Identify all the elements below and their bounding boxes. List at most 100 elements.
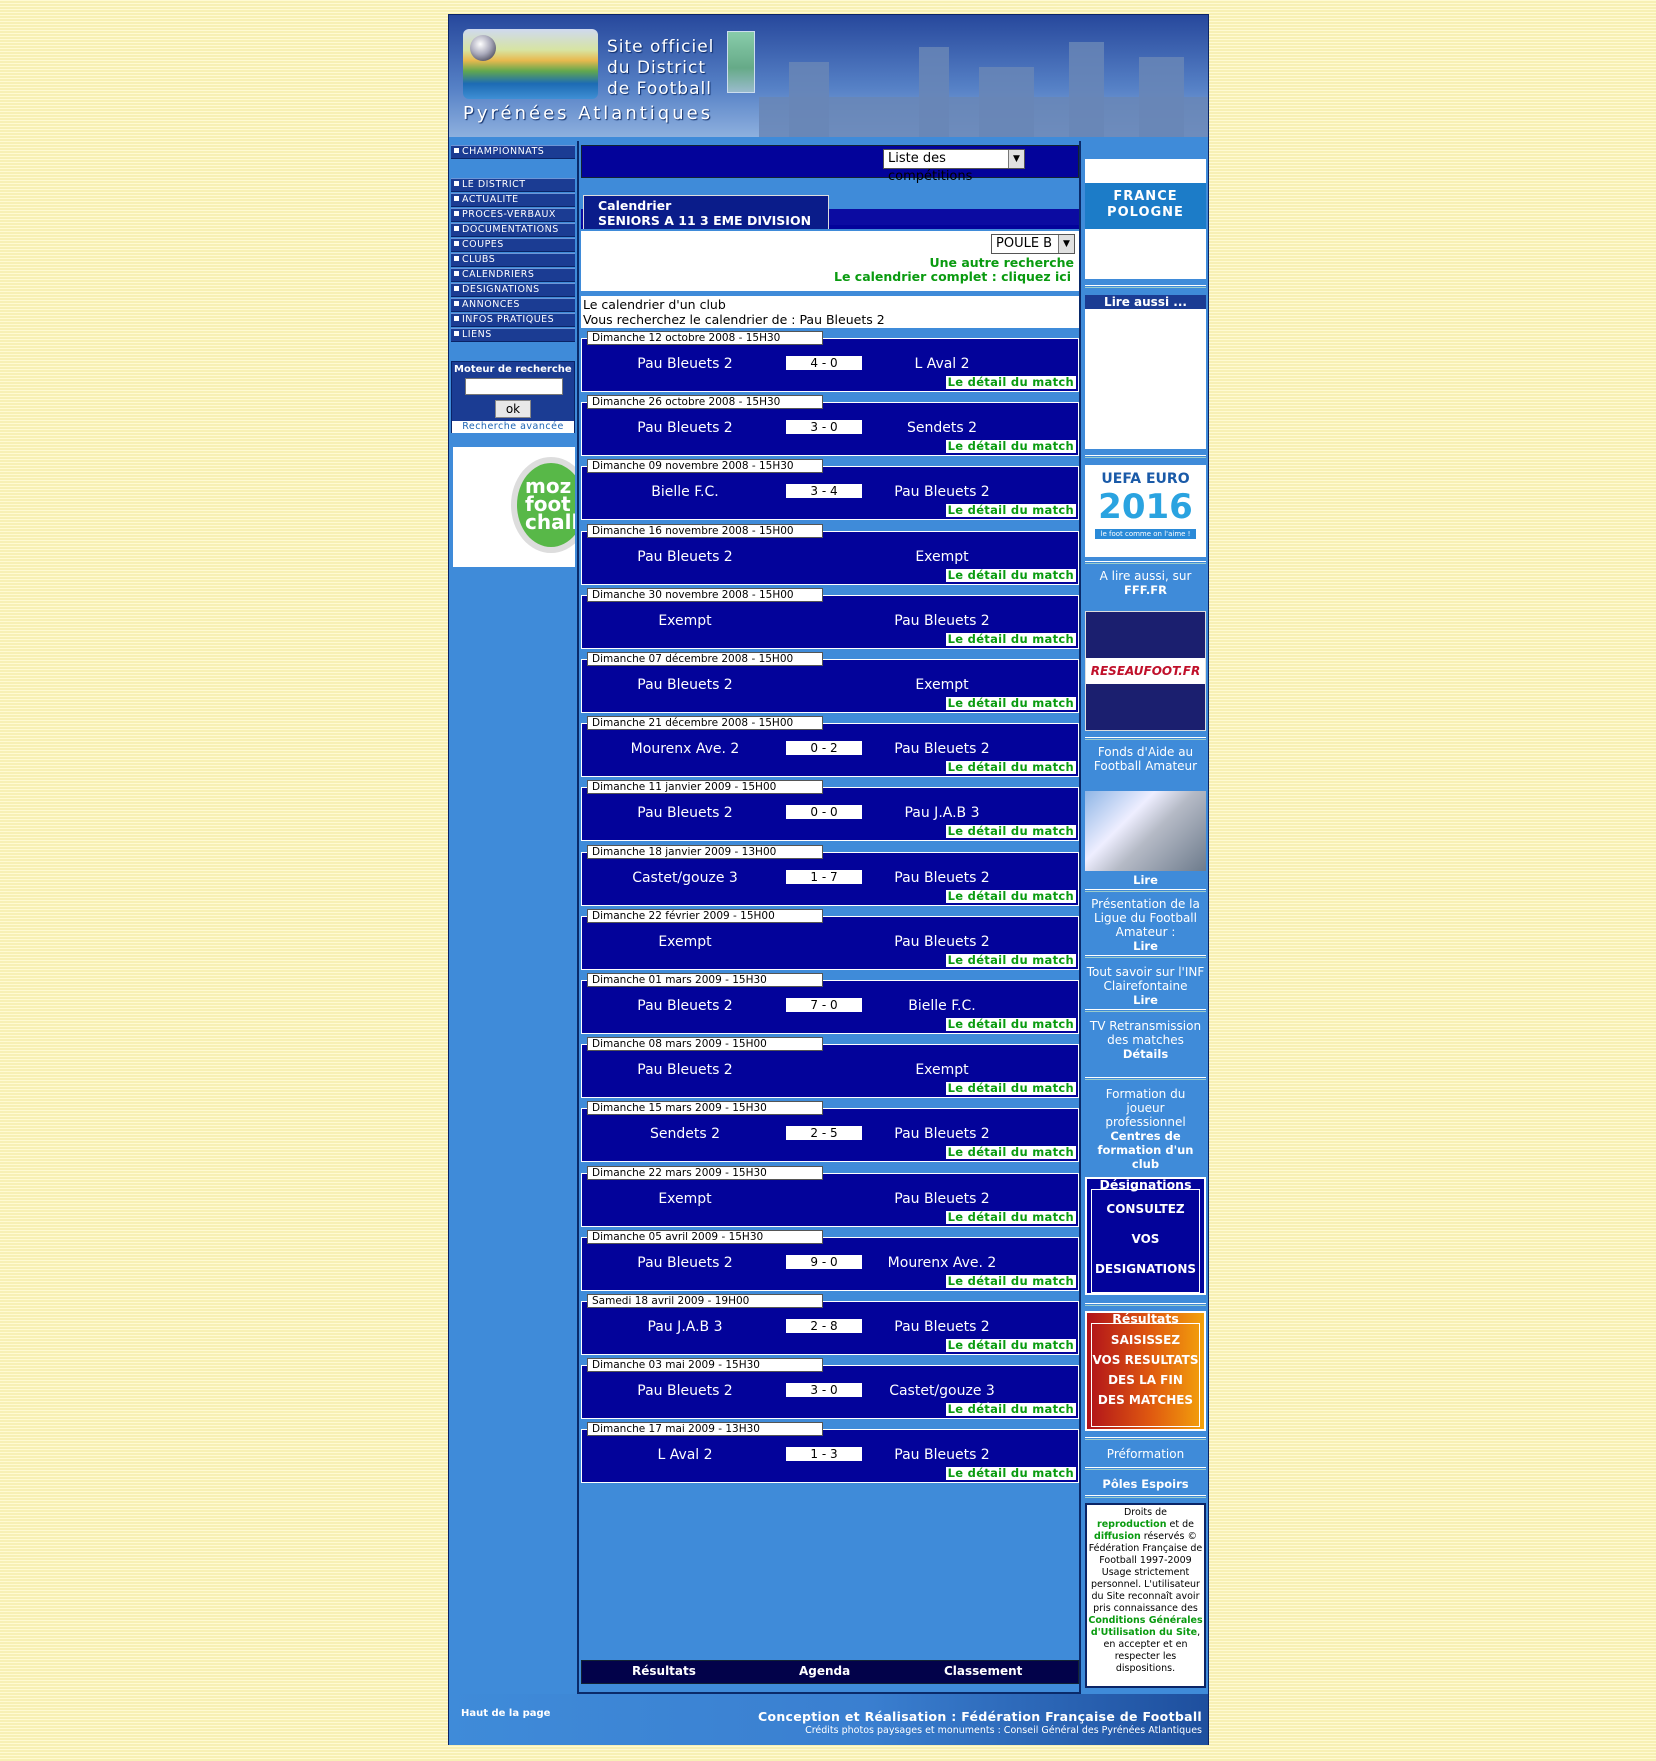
away-team: Pau J.A.B 3 xyxy=(904,805,980,821)
inf-text: Tout savoir sur l'INF Clairefontaine xyxy=(1086,965,1205,993)
match-date: Dimanche 21 décembre 2008 - 15H00 xyxy=(587,716,823,730)
match-detail-link[interactable]: Le détail du match xyxy=(945,1467,1076,1480)
match-row: Castet/gouze 31 - 7 Pau Bleuets 2 Le détai… xyxy=(581,845,1079,906)
fonds-aide-photo[interactable] xyxy=(1085,791,1206,871)
match-detail-link[interactable]: Le détail du match xyxy=(945,825,1076,838)
match-row: Pau Bleuets 2 Exempt Le détail du match Dim… xyxy=(581,524,1079,585)
preformation-link[interactable]: Préformation xyxy=(1083,1447,1208,1461)
reseaufoot-banner[interactable]: RESEAUFOOT.FR xyxy=(1085,611,1206,731)
match-detail-link[interactable]: Le détail du match xyxy=(945,1211,1076,1224)
advanced-search-link[interactable]: Recherche avancée xyxy=(452,421,574,433)
match-detail-link[interactable]: Le détail du match xyxy=(945,1275,1076,1288)
reproduction-link[interactable]: reproduction xyxy=(1097,1519,1166,1530)
nav-label: CLUBS xyxy=(462,254,496,265)
search-ok-button[interactable]: ok xyxy=(495,400,531,418)
designations-line: VOS xyxy=(1131,1232,1160,1246)
formation-link[interactable]: Centres de formation d'un club xyxy=(1098,1129,1194,1171)
ligue-info: Présentation de la Ligue du Football Ama… xyxy=(1083,897,1208,953)
away-team: Pau Bleuets 2 xyxy=(894,1126,990,1142)
match-date: Dimanche 15 mars 2009 - 15H30 xyxy=(587,1101,823,1115)
fff-site: FFF.FR xyxy=(1124,583,1167,597)
designations-banner[interactable]: Désignations CONSULTEZ VOS DESIGNATIONS xyxy=(1085,1177,1206,1295)
tab-classement[interactable]: Classement xyxy=(944,1664,1022,1678)
divider xyxy=(1085,1303,1206,1306)
ligue-link[interactable]: Lire xyxy=(1133,939,1158,953)
nav-infos-pratiques[interactable]: INFOS PRATIQUES xyxy=(451,313,575,327)
fonds-aide-link[interactable]: Lire xyxy=(1083,873,1208,887)
site-frame: Site officiel du District de Football Py… xyxy=(448,14,1209,1745)
match-detail-link[interactable]: Le détail du match xyxy=(945,1082,1076,1095)
match-detail-link[interactable]: Le détail du match xyxy=(945,1403,1076,1416)
tv-link[interactable]: Détails xyxy=(1123,1047,1168,1061)
away-team: Pau Bleuets 2 xyxy=(894,934,990,950)
calendar-filter-box: POULE B ▼ Une autre recherche Le calendr… xyxy=(581,231,1079,291)
home-team: Pau Bleuets 2 xyxy=(637,998,733,1014)
inf-link[interactable]: Lire xyxy=(1133,993,1158,1007)
match-row: Pau Bleuets 2 Exempt Le détail du match Dim… xyxy=(581,652,1079,713)
poles-espoirs-link[interactable]: Pôles Espoirs xyxy=(1102,1477,1188,1491)
home-team: Pau Bleuets 2 xyxy=(637,356,733,372)
nav-documentations[interactable]: DOCUMENTATIONS xyxy=(451,223,575,237)
nav-label: CHAMPIONNATS xyxy=(462,146,545,157)
away-team: Exempt xyxy=(915,549,969,565)
match-detail-link[interactable]: Le détail du match xyxy=(945,440,1076,453)
cgu-link[interactable]: Conditions Générales d'Utilisation du Si… xyxy=(1088,1615,1202,1638)
match-detail-link[interactable]: Le détail du match xyxy=(945,1018,1076,1031)
match-detail-link[interactable]: Le détail du match xyxy=(945,1339,1076,1352)
bullet-icon xyxy=(454,301,459,306)
mozaic-foot-challenge-banner[interactable]: moz foot challe xyxy=(453,447,575,567)
diffusion-link[interactable]: diffusion xyxy=(1094,1531,1141,1542)
castle-silhouette xyxy=(1069,42,1104,137)
nav-calendriers[interactable]: CALENDRIERS xyxy=(451,268,575,282)
nav-clubs[interactable]: CLUBS xyxy=(451,253,575,267)
match-detail-link[interactable]: Le détail du match xyxy=(945,954,1076,967)
back-to-top-link[interactable]: Haut de la page xyxy=(461,1708,550,1719)
match-detail-link[interactable]: Le détail du match xyxy=(945,761,1076,774)
nav-label: DESIGNATIONS xyxy=(462,284,540,295)
home-team: Pau J.A.B 3 xyxy=(647,1319,723,1335)
nav-coupes[interactable]: COUPES xyxy=(451,238,575,252)
poule-select[interactable]: POULE B ▼ xyxy=(991,234,1075,254)
tab-agenda[interactable]: Agenda xyxy=(799,1664,850,1678)
nav-designations[interactable]: DESIGNATIONS xyxy=(451,283,575,297)
home-team: Pau Bleuets 2 xyxy=(637,1383,733,1399)
match-detail-link[interactable]: Le détail du match xyxy=(945,1146,1076,1159)
match-row: Bielle F.C. 3 - 4 Pau Bleuets 2 Le détail d… xyxy=(581,459,1079,520)
match-row: Pau Bleuets 24 - 0L Aval 2 Le détail du m… xyxy=(581,331,1079,392)
match-detail-link[interactable]: Le détail du match xyxy=(945,633,1076,646)
search-input[interactable] xyxy=(465,378,563,395)
match-date: Dimanche 11 janvier 2009 - 15H00 xyxy=(587,780,823,794)
search-box: Moteur de recherche ok Recherche avancée xyxy=(451,361,575,433)
match-detail-link[interactable]: Le détail du match xyxy=(945,376,1076,389)
nav-annonces[interactable]: ANNONCES xyxy=(451,298,575,312)
nav-le-district[interactable]: LE DISTRICT xyxy=(451,178,575,192)
france-pologne-banner[interactable]: FRANCE POLOGNE xyxy=(1085,159,1206,279)
fff-text: A lire aussi, sur xyxy=(1099,569,1192,583)
nav-liens[interactable]: LIENS xyxy=(451,328,575,342)
home-team: Mourenx Ave. 2 xyxy=(630,741,740,757)
nav-proces-verbaux[interactable]: PROCES-VERBAUX xyxy=(451,208,575,222)
resultats-line: SAISISSEZ xyxy=(1110,1333,1181,1347)
nav-actualite[interactable]: ACTUALITE xyxy=(451,193,575,207)
nav-championnats[interactable]: CHAMPIONNATS xyxy=(451,145,575,159)
match-detail-link[interactable]: Le détail du match xyxy=(945,697,1076,710)
tab-resultats[interactable]: Résultats xyxy=(632,1664,696,1678)
match-box: Mourenx Ave. 20 - 2 Pau Bleuets 2 Le détai… xyxy=(581,723,1079,777)
new-search-link[interactable]: Une autre recherche xyxy=(929,255,1074,270)
match-detail-link[interactable]: Le détail du match xyxy=(945,569,1076,582)
away-team: Castet/gouze 3 xyxy=(889,1383,995,1399)
divider xyxy=(1085,455,1206,458)
footer-photo-credit: Crédits photos paysages et monuments : C… xyxy=(805,1725,1202,1736)
search-title: Moteur de recherche xyxy=(454,364,572,375)
bullet-icon xyxy=(454,181,459,186)
match-detail-link[interactable]: Le détail du match xyxy=(945,890,1076,903)
match-detail-link[interactable]: Le détail du match xyxy=(945,504,1076,517)
fff-link[interactable]: A lire aussi, sur FFF.FR xyxy=(1083,569,1208,597)
chevron-down-icon: ▼ xyxy=(1058,235,1074,253)
away-team: Pau Bleuets 2 xyxy=(894,1191,990,1207)
resultats-banner[interactable]: Résultats SAISISSEZ VOS RESULTATS DES LA… xyxy=(1085,1311,1206,1431)
uefa-euro-2016-banner[interactable]: UEFA EURO 2016 le foot comme on l'aime ! xyxy=(1085,465,1206,557)
competitions-select[interactable]: Liste des compétitions ▼ xyxy=(883,149,1025,184)
full-calendar-link[interactable]: Le calendrier complet : cliquez ici xyxy=(834,269,1071,284)
match-row: L Aval 21 - 3 Pau Bleuets 2 Le détail du m… xyxy=(581,1422,1079,1483)
